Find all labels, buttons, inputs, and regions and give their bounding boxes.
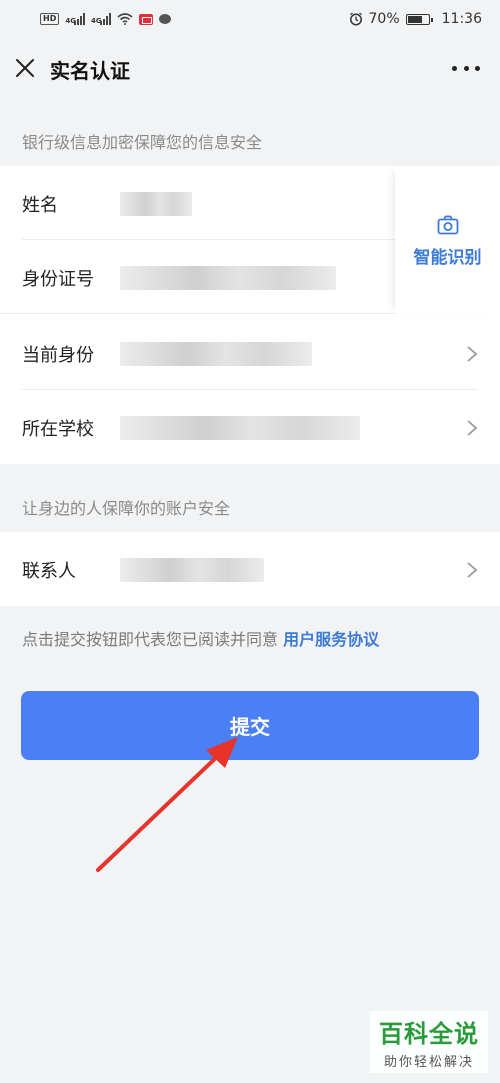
- chevron-right-icon: [467, 420, 478, 436]
- contact-hint: 让身边的人保障你的账户安全: [22, 499, 231, 518]
- alarm-icon: [349, 12, 362, 26]
- nav-bar: 实名认证: [0, 38, 500, 98]
- status-right: 70% 11:36: [349, 11, 482, 27]
- more-icon[interactable]: [452, 58, 480, 78]
- row-id-number-label: 身份证号: [22, 269, 94, 290]
- agreement-text: 点击提交按钮即代表您已阅读并同意 用户服务协议: [22, 626, 379, 650]
- chat-notification-icon: [158, 14, 171, 24]
- close-icon[interactable]: [14, 57, 36, 79]
- smart-recognize-button[interactable]: 智能识别: [395, 166, 500, 316]
- current-identity-value-blurred: [120, 342, 312, 366]
- notification-app-icon: [138, 13, 153, 25]
- row-contact-label: 联系人: [22, 561, 76, 582]
- school-value-blurred: [120, 416, 360, 440]
- smart-recognize-label: 智能识别: [413, 247, 482, 268]
- service-agreement-link[interactable]: 用户服务协议: [283, 630, 379, 649]
- wifi-icon: [117, 13, 133, 25]
- battery-fill: [407, 15, 422, 23]
- watermark-main: 百科全说: [379, 1020, 479, 1048]
- identity-card: 姓名 身份证号 智能识别 当前身份 所在学校: [0, 166, 500, 464]
- clock: 11:36: [441, 11, 482, 27]
- row-current-identity-label: 当前身份: [22, 345, 94, 366]
- row-contact[interactable]: 联系人: [0, 532, 500, 606]
- chevron-right-icon: [467, 562, 478, 578]
- row-school-label: 所在学校: [22, 419, 94, 440]
- status-left: HD 4G 4G: [40, 13, 171, 25]
- page-title: 实名认证: [50, 59, 130, 83]
- chevron-right-icon: [467, 346, 478, 362]
- watermark-sub: 助你轻松解决: [383, 1055, 474, 1070]
- status-bar: HD 4G 4G 70% 11:36: [0, 0, 500, 38]
- row-name-label: 姓名: [22, 195, 58, 216]
- row-school[interactable]: 所在学校: [0, 390, 500, 464]
- name-value-blurred: [120, 192, 192, 216]
- agreement-prefix: 点击提交按钮即代表您已阅读并同意: [22, 630, 284, 649]
- watermark-logo: 百科全说 助你轻松解决: [370, 1011, 488, 1073]
- contact-value-blurred: [120, 558, 264, 582]
- battery-percent: 70%: [368, 11, 400, 27]
- contact-card: 联系人: [0, 532, 500, 606]
- battery-icon: [405, 13, 433, 25]
- id-number-value-blurred: [120, 266, 336, 290]
- submit-button[interactable]: 提交: [21, 691, 479, 760]
- security-hint: 银行级信息加密保障您的信息安全: [22, 133, 263, 152]
- hd-badge: HD: [40, 13, 60, 25]
- row-current-identity[interactable]: 当前身份: [0, 316, 500, 390]
- signal-icon-2: 4G: [91, 13, 111, 25]
- signal-icon-1: 4G: [65, 13, 85, 25]
- camera-icon: [437, 215, 458, 234]
